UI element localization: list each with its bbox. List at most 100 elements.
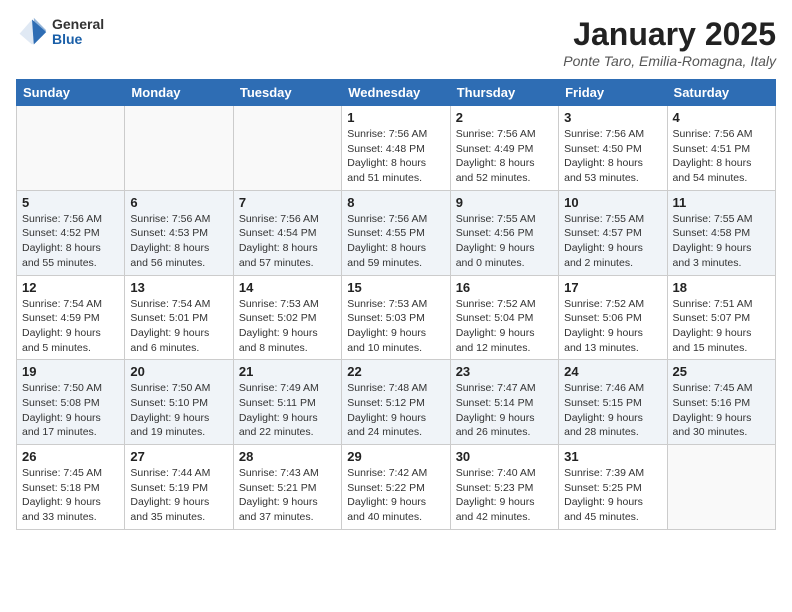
week-row-3: 12 Sunrise: 7:54 AM Sunset: 4:59 PM Dayli… (17, 275, 776, 360)
day-number: 5 (22, 195, 119, 210)
calendar-cell: 1 Sunrise: 7:56 AM Sunset: 4:48 PM Daylig… (342, 106, 450, 191)
logo-general-text: General (52, 17, 104, 32)
day-number: 13 (130, 280, 227, 295)
day-info: Sunrise: 7:39 AM Sunset: 5:25 PM Dayligh… (564, 466, 661, 525)
calendar-cell: 10Sunrise: 7:55 AM Sunset: 4:57 PM Dayli… (559, 190, 667, 275)
day-info: Sunrise: 7:56 AM Sunset: 4:55 PM Dayligh… (347, 212, 444, 271)
weekday-header-row: SundayMondayTuesdayWednesdayThursdayFrid… (17, 80, 776, 106)
day-info: Sunrise: 7:53 AM Sunset: 5:03 PM Dayligh… (347, 297, 444, 356)
day-info: Sunrise: 7:54 AM Sunset: 4:59 PM Dayligh… (22, 297, 119, 356)
weekday-header-friday: Friday (559, 80, 667, 106)
day-number: 2 (456, 110, 553, 125)
day-info: Sunrise: 7:45 AM Sunset: 5:16 PM Dayligh… (673, 381, 770, 440)
page-header: General Blue January 2025 Ponte Taro, Em… (16, 16, 776, 69)
day-number: 27 (130, 449, 227, 464)
day-info: Sunrise: 7:56 AM Sunset: 4:54 PM Dayligh… (239, 212, 336, 271)
calendar-cell (233, 106, 341, 191)
day-info: Sunrise: 7:56 AM Sunset: 4:50 PM Dayligh… (564, 127, 661, 186)
calendar-cell: 4 Sunrise: 7:56 AM Sunset: 4:51 PM Daylig… (667, 106, 775, 191)
calendar-cell: 31 Sunrise: 7:39 AM Sunset: 5:25 PM Dayli… (559, 445, 667, 530)
calendar-cell: 18 Sunrise: 7:51 AM Sunset: 5:07 PM Dayli… (667, 275, 775, 360)
week-row-4: 19Sunrise: 7:50 AM Sunset: 5:08 PM Dayli… (17, 360, 776, 445)
day-number: 3 (564, 110, 661, 125)
calendar-cell: 13 Sunrise: 7:54 AM Sunset: 5:01 PM Dayli… (125, 275, 233, 360)
day-number: 12 (22, 280, 119, 295)
day-info: Sunrise: 7:55 AM Sunset: 4:58 PM Dayligh… (673, 212, 770, 271)
day-info: Sunrise: 7:55 AM Sunset: 4:57 PM Dayligh… (564, 212, 661, 271)
calendar-cell: 22 Sunrise: 7:48 AM Sunset: 5:12 PM Dayli… (342, 360, 450, 445)
day-number: 18 (673, 280, 770, 295)
day-number: 29 (347, 449, 444, 464)
day-number: 11 (673, 195, 770, 210)
day-number: 24 (564, 364, 661, 379)
calendar-cell: 16Sunrise: 7:52 AM Sunset: 5:04 PM Dayli… (450, 275, 558, 360)
calendar-cell: 26Sunrise: 7:45 AM Sunset: 5:18 PM Dayli… (17, 445, 125, 530)
day-info: Sunrise: 7:51 AM Sunset: 5:07 PM Dayligh… (673, 297, 770, 356)
day-info: Sunrise: 7:46 AM Sunset: 5:15 PM Dayligh… (564, 381, 661, 440)
calendar-cell: 20Sunrise: 7:50 AM Sunset: 5:10 PM Dayli… (125, 360, 233, 445)
day-info: Sunrise: 7:56 AM Sunset: 4:53 PM Dayligh… (130, 212, 227, 271)
weekday-header-thursday: Thursday (450, 80, 558, 106)
calendar-cell: 3 Sunrise: 7:56 AM Sunset: 4:50 PM Daylig… (559, 106, 667, 191)
calendar-cell (17, 106, 125, 191)
calendar-table: SundayMondayTuesdayWednesdayThursdayFrid… (16, 79, 776, 530)
calendar-cell: 23 Sunrise: 7:47 AM Sunset: 5:14 PM Dayli… (450, 360, 558, 445)
weekday-header-tuesday: Tuesday (233, 80, 341, 106)
day-number: 19 (22, 364, 119, 379)
day-info: Sunrise: 7:55 AM Sunset: 4:56 PM Dayligh… (456, 212, 553, 271)
day-info: Sunrise: 7:52 AM Sunset: 5:06 PM Dayligh… (564, 297, 661, 356)
day-number: 6 (130, 195, 227, 210)
calendar-cell (125, 106, 233, 191)
calendar-cell: 29Sunrise: 7:42 AM Sunset: 5:22 PM Dayli… (342, 445, 450, 530)
calendar-cell: 6 Sunrise: 7:56 AM Sunset: 4:53 PM Daylig… (125, 190, 233, 275)
calendar-cell: 19Sunrise: 7:50 AM Sunset: 5:08 PM Dayli… (17, 360, 125, 445)
calendar-cell: 12 Sunrise: 7:54 AM Sunset: 4:59 PM Dayli… (17, 275, 125, 360)
weekday-header-saturday: Saturday (667, 80, 775, 106)
calendar-cell: 28 Sunrise: 7:43 AM Sunset: 5:21 PM Dayli… (233, 445, 341, 530)
day-info: Sunrise: 7:45 AM Sunset: 5:18 PM Dayligh… (22, 466, 119, 525)
day-info: Sunrise: 7:56 AM Sunset: 4:51 PM Dayligh… (673, 127, 770, 186)
logo: General Blue (16, 16, 104, 48)
calendar-cell: 24 Sunrise: 7:46 AM Sunset: 5:15 PM Dayli… (559, 360, 667, 445)
day-info: Sunrise: 7:40 AM Sunset: 5:23 PM Dayligh… (456, 466, 553, 525)
day-info: Sunrise: 7:54 AM Sunset: 5:01 PM Dayligh… (130, 297, 227, 356)
day-info: Sunrise: 7:56 AM Sunset: 4:52 PM Dayligh… (22, 212, 119, 271)
day-number: 16 (456, 280, 553, 295)
calendar-cell: 21Sunrise: 7:49 AM Sunset: 5:11 PM Dayli… (233, 360, 341, 445)
day-info: Sunrise: 7:48 AM Sunset: 5:12 PM Dayligh… (347, 381, 444, 440)
day-number: 14 (239, 280, 336, 295)
day-number: 4 (673, 110, 770, 125)
day-number: 25 (673, 364, 770, 379)
day-number: 8 (347, 195, 444, 210)
day-number: 21 (239, 364, 336, 379)
day-info: Sunrise: 7:43 AM Sunset: 5:21 PM Dayligh… (239, 466, 336, 525)
day-number: 15 (347, 280, 444, 295)
day-info: Sunrise: 7:47 AM Sunset: 5:14 PM Dayligh… (456, 381, 553, 440)
calendar-cell: 30Sunrise: 7:40 AM Sunset: 5:23 PM Dayli… (450, 445, 558, 530)
day-number: 1 (347, 110, 444, 125)
day-number: 23 (456, 364, 553, 379)
calendar-cell: 17 Sunrise: 7:52 AM Sunset: 5:06 PM Dayli… (559, 275, 667, 360)
calendar-cell: 2 Sunrise: 7:56 AM Sunset: 4:49 PM Daylig… (450, 106, 558, 191)
day-info: Sunrise: 7:44 AM Sunset: 5:19 PM Dayligh… (130, 466, 227, 525)
month-title: January 2025 (563, 16, 776, 53)
week-row-5: 26Sunrise: 7:45 AM Sunset: 5:18 PM Dayli… (17, 445, 776, 530)
day-number: 22 (347, 364, 444, 379)
day-number: 28 (239, 449, 336, 464)
day-number: 17 (564, 280, 661, 295)
weekday-header-monday: Monday (125, 80, 233, 106)
weekday-header-wednesday: Wednesday (342, 80, 450, 106)
day-info: Sunrise: 7:56 AM Sunset: 4:48 PM Dayligh… (347, 127, 444, 186)
title-block: January 2025 Ponte Taro, Emilia-Romagna,… (563, 16, 776, 69)
day-number: 7 (239, 195, 336, 210)
day-info: Sunrise: 7:56 AM Sunset: 4:49 PM Dayligh… (456, 127, 553, 186)
calendar-cell: 9Sunrise: 7:55 AM Sunset: 4:56 PM Daylig… (450, 190, 558, 275)
calendar-cell: 15 Sunrise: 7:53 AM Sunset: 5:03 PM Dayli… (342, 275, 450, 360)
calendar-cell: 27 Sunrise: 7:44 AM Sunset: 5:19 PM Dayli… (125, 445, 233, 530)
day-info: Sunrise: 7:50 AM Sunset: 5:10 PM Dayligh… (130, 381, 227, 440)
week-row-1: 1 Sunrise: 7:56 AM Sunset: 4:48 PM Daylig… (17, 106, 776, 191)
day-number: 31 (564, 449, 661, 464)
calendar-cell: 5 Sunrise: 7:56 AM Sunset: 4:52 PM Daylig… (17, 190, 125, 275)
logo-text: General Blue (52, 17, 104, 48)
calendar-cell: 14Sunrise: 7:53 AM Sunset: 5:02 PM Dayli… (233, 275, 341, 360)
